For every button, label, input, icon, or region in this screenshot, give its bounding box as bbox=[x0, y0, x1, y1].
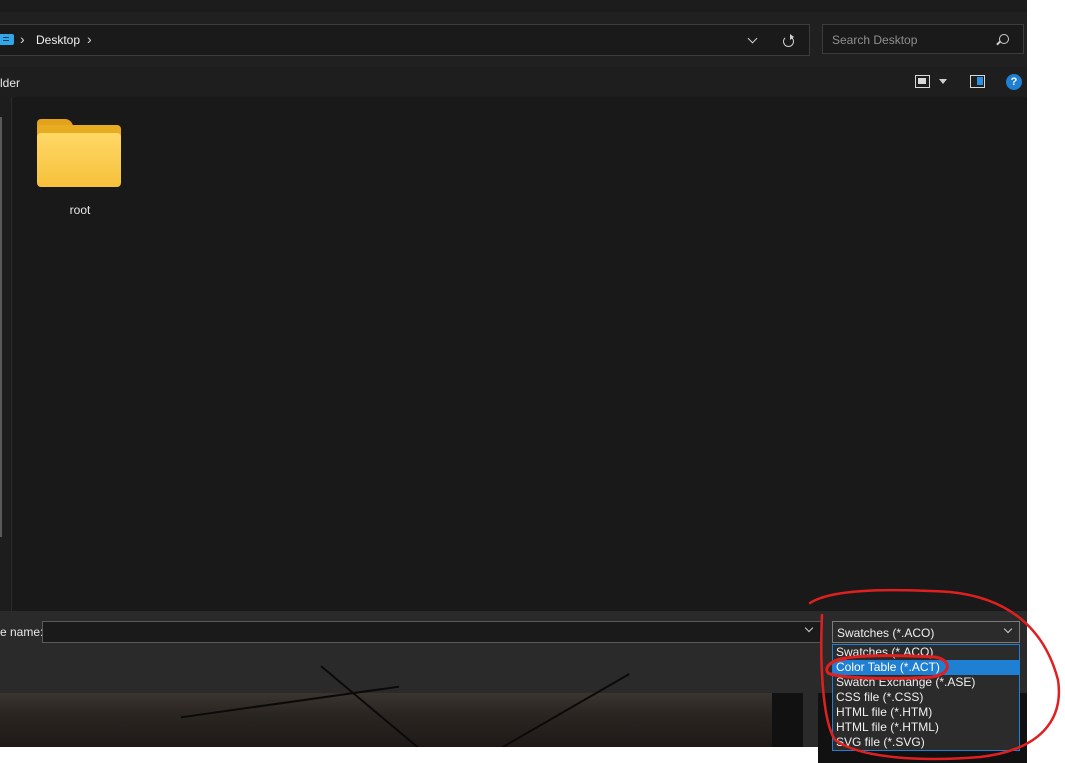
folder-front bbox=[37, 133, 121, 187]
new-folder-button[interactable]: lder bbox=[0, 76, 20, 90]
navigation-pane[interactable] bbox=[0, 97, 12, 611]
background-photo bbox=[0, 665, 772, 763]
file-type-select[interactable]: Swatches (*.ACO) bbox=[832, 621, 1020, 643]
chevron-down-icon bbox=[1003, 624, 1013, 634]
search-placeholder: Search Desktop bbox=[832, 33, 918, 47]
this-pc-icon[interactable] bbox=[0, 34, 14, 45]
file-type-option-svg[interactable]: SVG file (*.SVG) bbox=[833, 735, 1019, 750]
file-type-value: Swatches (*.ACO) bbox=[837, 626, 935, 640]
file-type-option-ase[interactable]: Swatch Exchange (*.ASE) bbox=[833, 675, 1019, 690]
search-input[interactable]: Search Desktop bbox=[822, 24, 1024, 54]
file-type-dropdown-list[interactable]: Swatches (*.ACO) Color Table (*.ACT) Swa… bbox=[832, 644, 1020, 751]
refresh-button[interactable] bbox=[775, 29, 801, 53]
folder-icon bbox=[37, 119, 121, 187]
file-type-option-htm[interactable]: HTML file (*.HTM) bbox=[833, 705, 1019, 720]
file-type-option-act[interactable]: Color Table (*.ACT) bbox=[833, 660, 1019, 675]
file-name-input[interactable] bbox=[42, 621, 822, 643]
navigation-scrollbar[interactable] bbox=[0, 117, 2, 537]
view-options-icon[interactable] bbox=[915, 75, 930, 88]
preview-pane-icon[interactable] bbox=[970, 75, 985, 88]
file-list-view[interactable]: root bbox=[0, 97, 1027, 611]
title-strip bbox=[0, 0, 1027, 12]
search-icon[interactable] bbox=[999, 34, 1009, 44]
chevron-down-icon[interactable] bbox=[939, 79, 947, 84]
help-icon[interactable]: ? bbox=[1006, 74, 1022, 90]
file-type-option-html[interactable]: HTML file (*.HTML) bbox=[833, 720, 1019, 735]
chevron-right-icon[interactable]: › bbox=[87, 31, 92, 47]
chevron-right-icon[interactable]: › bbox=[20, 31, 25, 47]
background-strip bbox=[0, 747, 818, 763]
address-bar[interactable]: › Desktop › bbox=[0, 24, 810, 56]
refresh-arrow-icon bbox=[790, 34, 794, 40]
folder-label: root bbox=[69, 203, 91, 217]
breadcrumb-desktop[interactable]: Desktop bbox=[36, 33, 80, 47]
address-history-dropdown[interactable] bbox=[744, 32, 762, 48]
file-type-option-aco[interactable]: Swatches (*.ACO) bbox=[833, 645, 1019, 660]
command-bar: lder ? bbox=[0, 67, 1027, 97]
background-scrollbar bbox=[803, 693, 818, 747]
file-name-label: e name: bbox=[0, 625, 44, 639]
folder-item-root[interactable]: root bbox=[32, 117, 128, 225]
file-type-option-css[interactable]: CSS file (*.CSS) bbox=[833, 690, 1019, 705]
